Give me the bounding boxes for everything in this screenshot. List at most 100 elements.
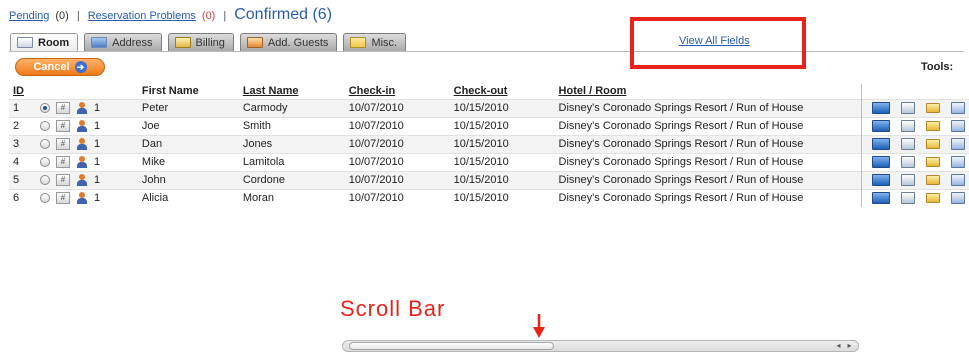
tab-label: Misc. xyxy=(371,36,398,49)
row-select-cell: #1 xyxy=(35,98,136,117)
screen-icon[interactable] xyxy=(872,120,890,132)
reservation-problems-link[interactable]: Reservation Problems xyxy=(88,10,196,22)
annotation-highlight-box xyxy=(630,17,806,69)
print-icon[interactable] xyxy=(901,138,915,150)
table-row[interactable]: 6 #1 Alicia Moran 10/07/2010 10/15/2010 Disney… xyxy=(9,188,969,207)
last-name-cell: Smith xyxy=(238,116,345,135)
last-name-cell: Jones xyxy=(238,134,345,153)
row-tools-cell xyxy=(861,116,969,135)
edit-icon[interactable] xyxy=(951,156,965,168)
row-id: 4 xyxy=(9,152,36,171)
hash-icon[interactable]: # xyxy=(55,102,70,114)
tab-misc[interactable]: Misc. xyxy=(343,33,407,51)
first-name-cell: Joe xyxy=(135,116,239,135)
column-header-check-in[interactable]: Check-in xyxy=(345,84,450,99)
column-header-last-name[interactable]: Last Name xyxy=(239,84,345,99)
folder-icon[interactable] xyxy=(926,175,940,185)
screen-icon[interactable] xyxy=(872,174,890,186)
tab-bar: Room Address Billing Add. Guests Misc. xyxy=(10,33,407,51)
hotel-room-cell: Disney's Coronado Springs Resort / Run o… xyxy=(554,134,862,153)
guest-person-icon xyxy=(76,174,88,186)
folder-icon[interactable] xyxy=(926,157,940,167)
screen-icon[interactable] xyxy=(872,102,890,114)
horizontal-scrollbar[interactable]: ◂ ▸ xyxy=(342,340,859,352)
check-out-cell: 10/15/2010 xyxy=(449,98,555,117)
table-row[interactable]: 1 #1 Peter Carmody 10/07/2010 10/15/2010 Disne… xyxy=(9,98,969,117)
misc-icon xyxy=(350,37,367,48)
last-name-cell: Lamitola xyxy=(238,152,345,171)
tab-room[interactable]: Room xyxy=(10,33,79,51)
edit-icon[interactable] xyxy=(951,102,965,114)
table-row[interactable]: 2 #1 Joe Smith 10/07/2010 10/15/2010 Disney's … xyxy=(9,116,969,135)
row-select-cell: #1 xyxy=(35,134,136,153)
row-radio[interactable] xyxy=(39,139,50,149)
check-in-cell: 10/07/2010 xyxy=(344,152,450,171)
edit-icon[interactable] xyxy=(951,138,965,150)
hash-icon[interactable]: # xyxy=(55,156,70,168)
room-icon xyxy=(17,37,33,48)
guest-person-icon xyxy=(76,156,88,168)
check-in-cell: 10/07/2010 xyxy=(344,188,450,207)
folder-icon[interactable] xyxy=(926,121,940,131)
hash-icon[interactable]: # xyxy=(55,192,70,205)
print-icon[interactable] xyxy=(901,156,915,168)
row-id: 6 xyxy=(9,188,36,207)
row-radio[interactable] xyxy=(39,157,50,167)
tab-address[interactable]: Address xyxy=(84,33,162,51)
scroll-bar-annotation: Scroll Bar xyxy=(340,296,446,321)
column-header-check-out[interactable]: Check-out xyxy=(450,84,555,99)
row-radio[interactable] xyxy=(39,121,50,131)
print-icon[interactable] xyxy=(901,174,915,186)
guest-count: 1 xyxy=(93,120,101,132)
row-radio[interactable] xyxy=(39,103,50,113)
scrollbar-thumb[interactable] xyxy=(349,342,554,350)
column-header-first-name: First Name xyxy=(141,85,199,98)
guest-person-icon xyxy=(76,138,88,150)
guest-count: 1 xyxy=(93,156,101,168)
cancel-button[interactable]: Cancel ➔ xyxy=(15,58,105,76)
edit-icon[interactable] xyxy=(951,120,965,132)
hash-icon[interactable]: # xyxy=(55,174,70,186)
check-in-cell: 10/07/2010 xyxy=(344,170,450,189)
last-name-cell: Carmody xyxy=(238,98,345,117)
hash-icon[interactable]: # xyxy=(55,138,70,150)
column-header-hotel-room[interactable]: Hotel / Room xyxy=(555,84,862,99)
table-row[interactable]: 5 #1 John Cordone 10/07/2010 10/15/2010 Disney… xyxy=(9,170,969,189)
screen-icon[interactable] xyxy=(872,192,890,205)
folder-icon[interactable] xyxy=(926,193,940,204)
folder-icon[interactable] xyxy=(926,103,940,113)
last-name-cell: Cordone xyxy=(238,170,345,189)
hotel-room-cell: Disney's Coronado Springs Resort / Run o… xyxy=(554,98,862,117)
tab-label: Address xyxy=(112,36,153,49)
screen-icon[interactable] xyxy=(872,138,890,150)
column-header-id[interactable]: ID xyxy=(9,84,36,99)
first-name-cell: John xyxy=(135,170,239,189)
edit-icon[interactable] xyxy=(951,192,965,205)
hash-icon[interactable]: # xyxy=(55,120,70,132)
pending-link[interactable]: Pending xyxy=(9,10,49,22)
guest-count: 1 xyxy=(93,102,101,114)
guests-icon xyxy=(246,37,263,48)
hotel-room-cell: Disney's Coronado Springs Resort / Run o… xyxy=(554,188,862,207)
status-nav: Pending (0) | Reservation Problems (0) |… xyxy=(9,6,332,28)
row-radio[interactable] xyxy=(39,175,50,185)
scroll-right-icon[interactable]: ▸ xyxy=(845,341,854,351)
tab-billing[interactable]: Billing xyxy=(167,33,234,51)
print-icon[interactable] xyxy=(901,120,915,132)
edit-icon[interactable] xyxy=(951,174,965,186)
print-icon[interactable] xyxy=(901,102,915,114)
tab-label: Billing xyxy=(195,36,225,49)
cancel-label: Cancel xyxy=(33,61,70,73)
print-icon[interactable] xyxy=(901,192,915,205)
row-radio[interactable] xyxy=(39,193,50,204)
folder-icon[interactable] xyxy=(926,139,940,149)
tab-add-guests[interactable]: Add. Guests xyxy=(239,33,338,51)
table-row[interactable]: 3 #1 Dan Jones 10/07/2010 10/15/2010 Disney's … xyxy=(9,134,969,153)
guest-person-icon xyxy=(76,192,88,205)
tools-label: Tools: xyxy=(921,61,954,73)
screen-icon[interactable] xyxy=(872,156,890,168)
table-row[interactable]: 4 #1 Mike Lamitola 10/07/2010 10/15/2010 Disne… xyxy=(9,152,969,171)
row-id: 5 xyxy=(9,170,36,189)
last-name-cell: Moran xyxy=(238,188,345,207)
scroll-left-icon[interactable]: ◂ xyxy=(834,341,843,351)
